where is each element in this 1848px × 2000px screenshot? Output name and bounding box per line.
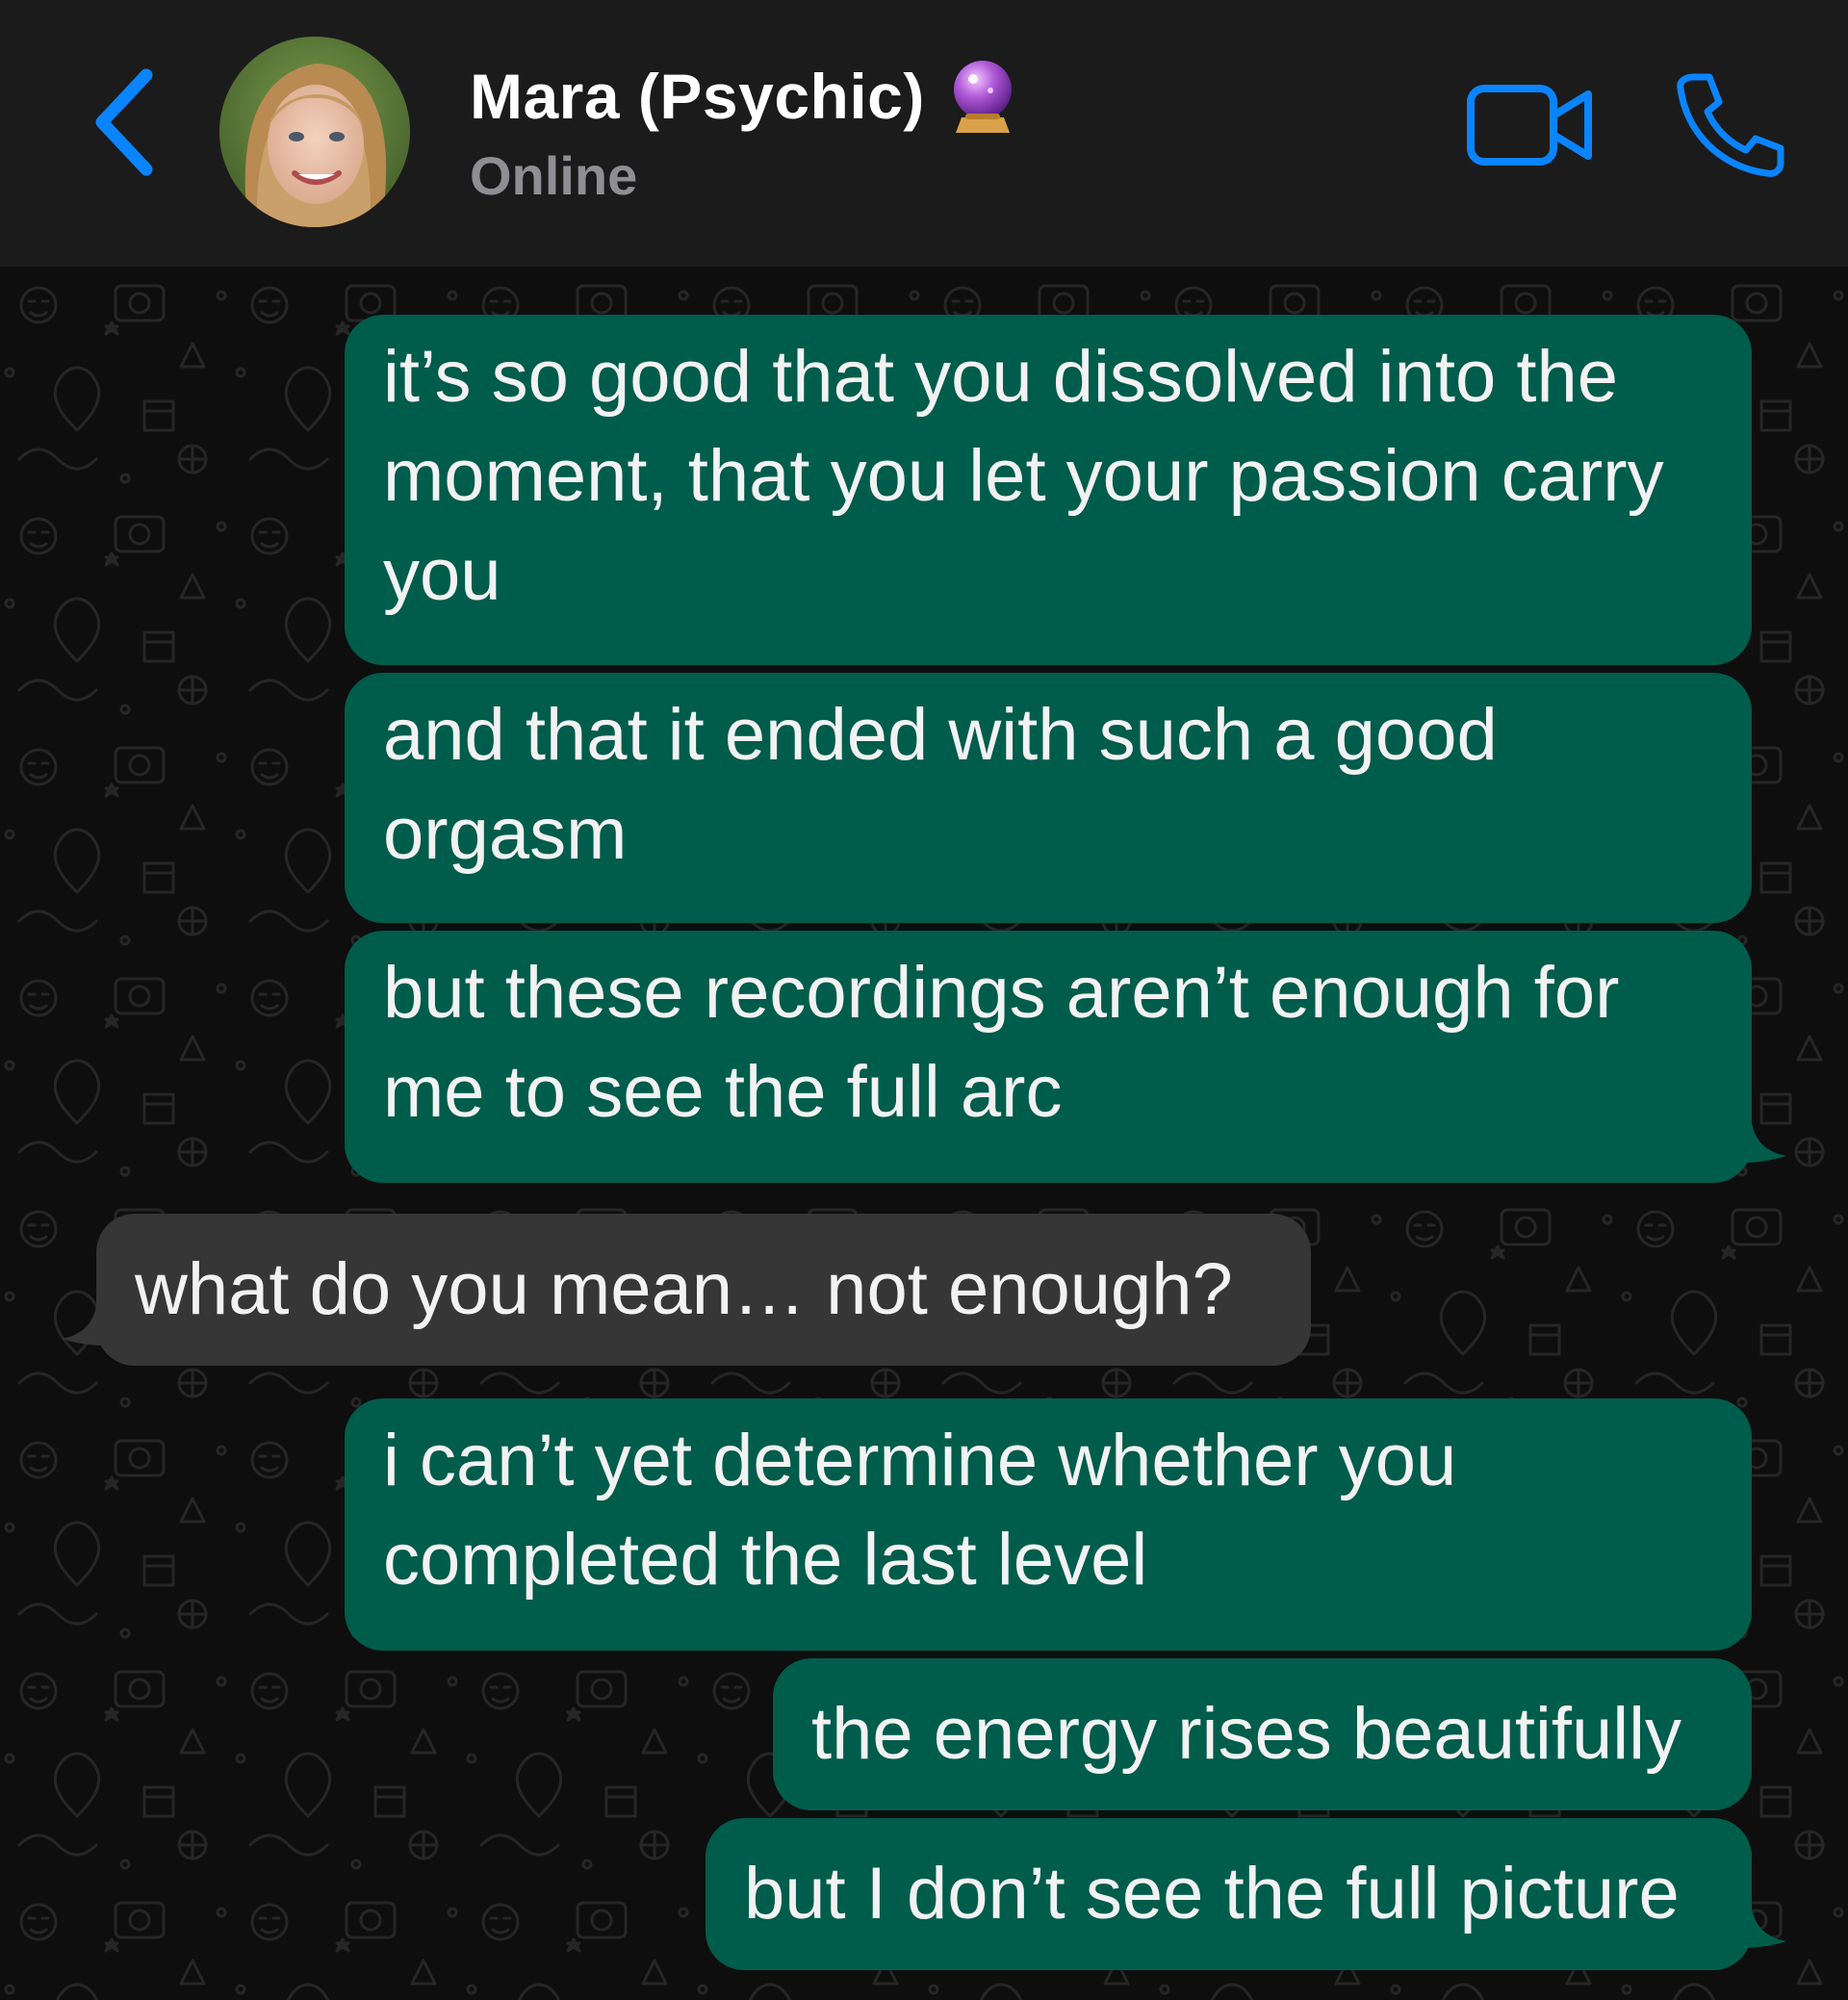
- contact-status: Online: [470, 145, 638, 206]
- message-text: what do you mean… not enough?: [135, 1248, 1233, 1330]
- message-text: it’s so good that you dissolved into the…: [383, 336, 1664, 616]
- contact-avatar[interactable]: [219, 37, 410, 227]
- bubble-tail: [1723, 1123, 1786, 1164]
- contact-name: Mara (Psychic): [470, 61, 925, 132]
- chevron-left-icon: [95, 68, 153, 176]
- message-bubble-outgoing[interactable]: but I don’t see the full picture: [706, 1818, 1752, 1970]
- bubble-tail: [1723, 1909, 1786, 1949]
- message-text: but I don’t see the full picture: [744, 1853, 1680, 1935]
- video-call-button[interactable]: [1463, 77, 1598, 173]
- message-bubble-outgoing[interactable]: it’s so good that you dissolved into the…: [345, 315, 1752, 665]
- message-bubble-outgoing[interactable]: the energy rises beautifully: [773, 1658, 1752, 1810]
- message-text: but these recordings aren’t enough for m…: [383, 952, 1620, 1133]
- chat-header: Mara (Psychic) Online: [0, 0, 1848, 267]
- voice-call-button[interactable]: [1665, 67, 1790, 183]
- back-button[interactable]: [85, 60, 171, 185]
- message-text: the energy rises beautifully: [811, 1693, 1682, 1775]
- bubble-tail: [62, 1306, 125, 1346]
- video-icon: [1467, 85, 1592, 166]
- message-bubble-outgoing[interactable]: and that it ended with such a good orgas…: [345, 673, 1752, 923]
- message-list[interactable]: it’s so good that you dissolved into the…: [0, 267, 1848, 2000]
- chat-screen: Mara (Psychic) Online it’s so good that …: [0, 0, 1848, 2000]
- message-text: i can’t yet determine whether you comple…: [383, 1420, 1457, 1601]
- message-bubble-outgoing[interactable]: but these recordings aren’t enough for m…: [345, 931, 1752, 1183]
- message-bubble-outgoing[interactable]: i can’t yet determine whether you comple…: [345, 1398, 1752, 1651]
- phone-icon: [1677, 73, 1784, 177]
- contact-name-row[interactable]: Mara (Psychic): [470, 50, 1017, 142]
- message-bubble-incoming[interactable]: what do you mean… not enough?: [96, 1214, 1311, 1366]
- crystal-ball-icon: [953, 61, 1012, 133]
- avatar-photo: [219, 37, 410, 227]
- message-text: and that it ended with such a good orgas…: [383, 694, 1498, 875]
